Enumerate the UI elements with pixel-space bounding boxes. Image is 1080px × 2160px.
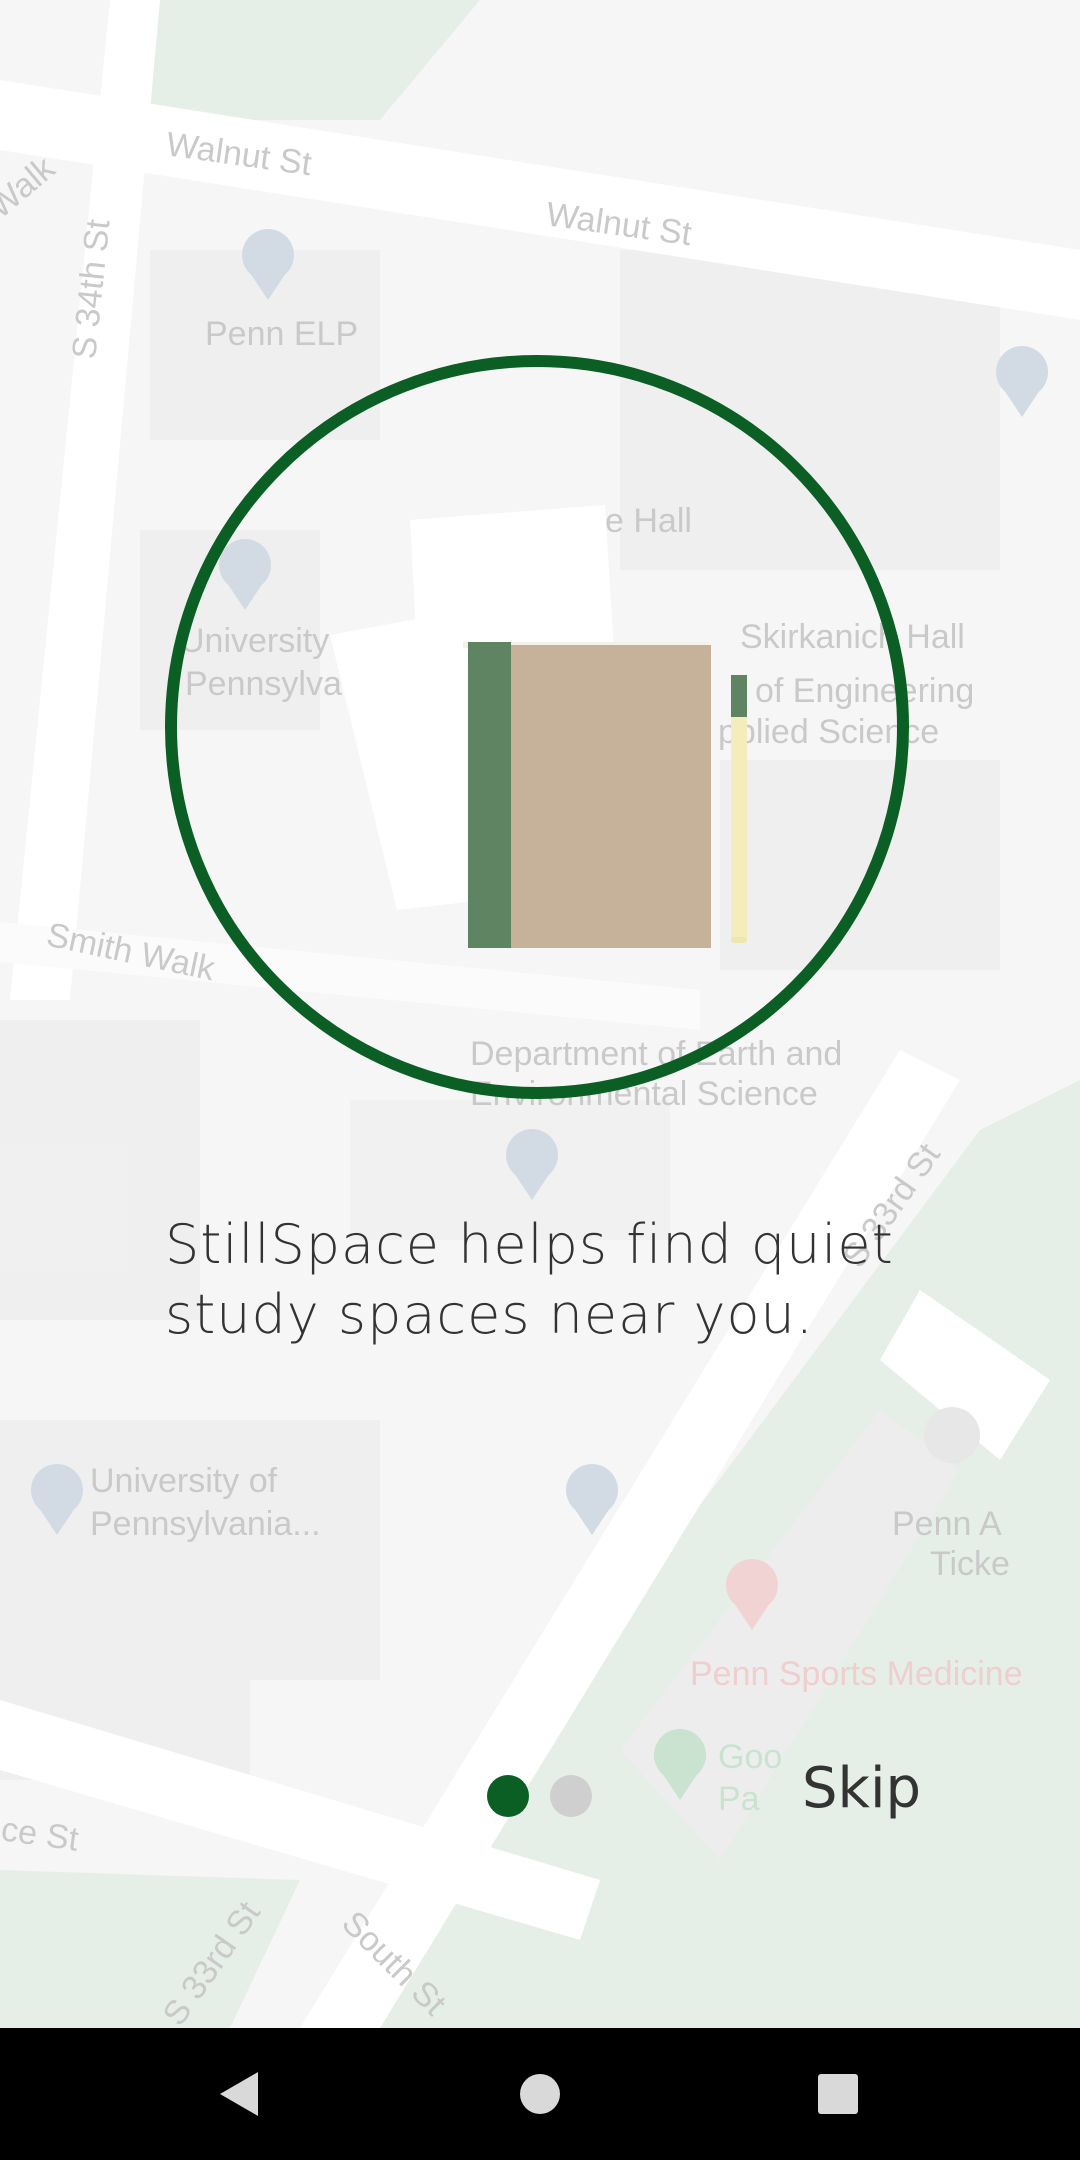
back-icon <box>220 2072 258 2116</box>
book-cover <box>511 645 711 948</box>
pencil-tip <box>731 937 747 943</box>
home-button[interactable] <box>474 2028 606 2160</box>
book-spine <box>468 642 511 948</box>
skip-button[interactable]: Skip <box>802 1756 921 1821</box>
home-icon <box>520 2074 560 2114</box>
hero-illustration <box>165 355 909 1099</box>
recents-icon <box>818 2074 858 2114</box>
pencil-body <box>731 717 747 939</box>
pencil-top <box>731 675 747 717</box>
back-button[interactable] <box>174 2028 306 2160</box>
page-indicator-dot-active <box>487 1775 529 1817</box>
onboarding-tagline: StillSpace helps find quiet study spaces… <box>165 1213 894 1346</box>
page-indicator-dot-inactive <box>550 1775 592 1817</box>
recents-button[interactable] <box>772 2028 904 2160</box>
system-navigation-bar <box>0 2028 1080 2160</box>
